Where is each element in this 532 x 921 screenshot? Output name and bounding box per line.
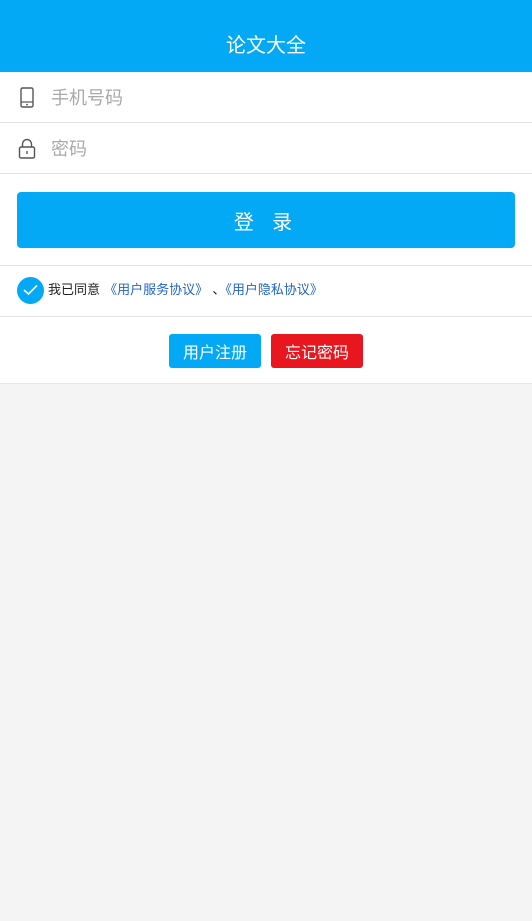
password-field-row [0, 123, 532, 174]
phone-icon [16, 86, 38, 110]
agreement-prefix: 我已同意 [48, 283, 101, 298]
register-button[interactable]: 用户注册 [169, 334, 261, 368]
app-header: 论文大全 [0, 0, 532, 72]
divider [0, 316, 532, 317]
forgot-password-button[interactable]: 忘记密码 [271, 334, 363, 368]
login-panel: 登 录 我已同意 《用户服务协议》 、《用户隐私协议》 用户注册 忘记密码 [0, 72, 532, 384]
password-input[interactable] [51, 134, 511, 164]
lock-icon [16, 137, 38, 161]
check-icon [23, 284, 38, 296]
bottom-actions: 用户注册 忘记密码 [0, 334, 532, 368]
page-title: 论文大全 [226, 33, 306, 57]
login-button[interactable]: 登 录 [17, 192, 515, 248]
phone-field-row [0, 72, 532, 123]
service-agreement-link[interactable]: 《用户服务协议》 [104, 283, 208, 298]
privacy-agreement-link[interactable]: 《用户隐私协议》 [225, 283, 323, 298]
agreement-row: 我已同意 《用户服务协议》 、《用户隐私协议》 [0, 266, 532, 316]
phone-input[interactable] [51, 83, 511, 113]
agreement-text: 我已同意 《用户服务协议》 、《用户隐私协议》 [48, 282, 323, 300]
agree-checkbox[interactable] [17, 277, 44, 304]
agreement-separator: 、 [212, 283, 226, 298]
login-screen: 论文大全 登 录 [0, 0, 532, 921]
